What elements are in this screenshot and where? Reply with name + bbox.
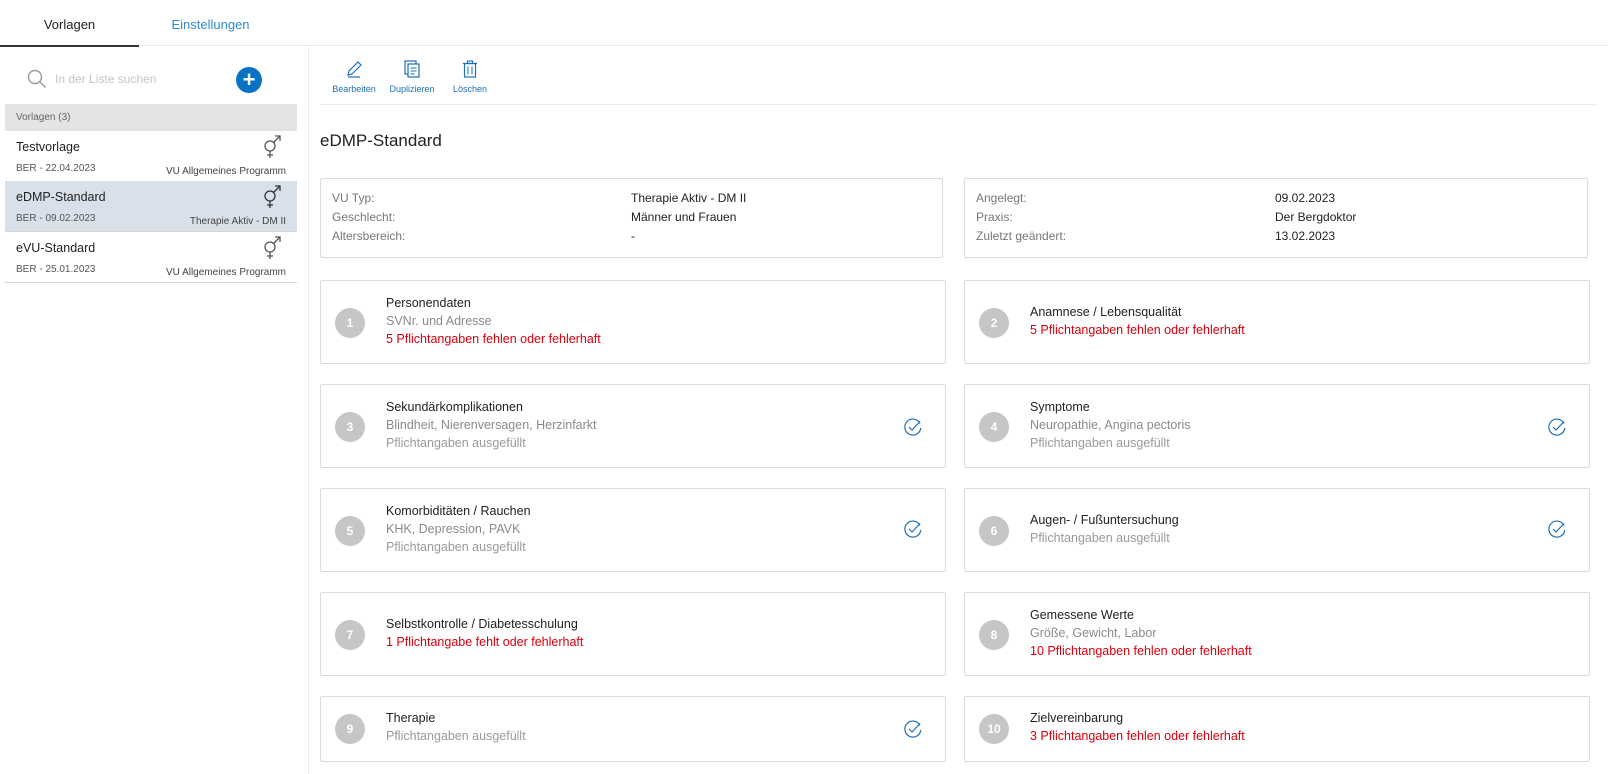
page-title: eDMP-Standard xyxy=(320,131,442,150)
section-card-9[interactable]: 9 Therapie Pflichtangaben ausgefüllt xyxy=(320,696,946,762)
section-title: Zielvereinbarung xyxy=(1030,711,1124,725)
section-subtitle: KHK, Depression, PAVK xyxy=(386,522,521,536)
section-number: 3 xyxy=(335,412,365,442)
delete-button[interactable]: Löschen xyxy=(443,59,497,94)
geaendert-label: Zuletzt geändert: xyxy=(976,229,1067,243)
check-circle-icon xyxy=(904,720,922,738)
section-status: 5 Pflichtangaben fehlen oder fehlerhaft xyxy=(1030,323,1245,337)
list-item-subtitle: BER - 09.02.2023 xyxy=(16,213,96,224)
list-item-edmp-standard[interactable]: eDMP-Standard BER - 09.02.2023 Therapie … xyxy=(5,181,297,232)
tab-einstellungen[interactable]: Einstellungen xyxy=(139,0,282,47)
top-tabs: Vorlagen Einstellungen xyxy=(0,0,1608,47)
section-status: Pflichtangaben ausgefüllt xyxy=(1030,436,1170,450)
check-circle-icon xyxy=(1548,418,1566,436)
main-content: Bearbeiten Duplizieren Löschen eDMP-Stan… xyxy=(310,47,1608,774)
section-card-8[interactable]: 8 Gemessene Werte Größe, Gewicht, Labor … xyxy=(964,592,1590,676)
sidebar: + Vorlagen (3) Testvorlage BER - 22.04.2… xyxy=(0,47,309,774)
check-circle-icon xyxy=(904,520,922,538)
section-status: 5 Pflichtangaben fehlen oder fehlerhaft xyxy=(386,332,601,346)
section-number: 8 xyxy=(979,620,1009,650)
geschlecht-value: Männer und Frauen xyxy=(631,210,737,224)
section-title: Sekundärkomplikationen xyxy=(386,400,523,414)
list-item-subtitle: BER - 25.01.2023 xyxy=(16,264,96,275)
section-card-5[interactable]: 5 Komorbiditäten / Rauchen KHK, Depressi… xyxy=(320,488,946,572)
section-card-10[interactable]: 10 Zielvereinbarung 3 Pflichtangaben feh… xyxy=(964,696,1590,762)
add-template-button[interactable]: + xyxy=(236,67,262,93)
list-item-program: VU Allgemeines Programm xyxy=(165,267,286,278)
section-card-4[interactable]: 4 Symptome Neuropathie, Angina pectoris … xyxy=(964,384,1590,468)
check-circle-icon xyxy=(1548,520,1566,538)
section-number: 6 xyxy=(979,516,1009,546)
info-box-meta: Angelegt: 09.02.2023 Praxis: Der Bergdok… xyxy=(964,178,1588,258)
edit-button[interactable]: Bearbeiten xyxy=(327,59,381,94)
list-item-subtitle: BER - 22.04.2023 xyxy=(16,163,96,174)
section-number: 7 xyxy=(335,620,365,650)
section-status: Pflichtangaben ausgefüllt xyxy=(386,436,526,450)
section-card-1[interactable]: 1 Personendaten SVNr. und Adresse 5 Pfli… xyxy=(320,280,946,364)
section-title: Personendaten xyxy=(386,296,471,310)
section-number: 9 xyxy=(335,714,365,744)
praxis-value: Der Bergdoktor xyxy=(1275,210,1357,224)
search-input[interactable] xyxy=(55,67,215,91)
section-card-3[interactable]: 3 Sekundärkomplikationen Blindheit, Nier… xyxy=(320,384,946,468)
duplicate-icon xyxy=(404,60,420,78)
list-item-title: eVU-Standard xyxy=(16,241,96,255)
tab-vorlagen[interactable]: Vorlagen xyxy=(0,0,139,47)
gender-male-female-icon xyxy=(264,135,281,158)
section-title: Komorbiditäten / Rauchen xyxy=(386,504,531,518)
section-status: 3 Pflichtangaben fehlen oder fehlerhaft xyxy=(1030,729,1245,743)
list-item-evu-standard[interactable]: eVU-Standard BER - 25.01.2023 VU Allgeme… xyxy=(5,232,297,283)
section-card-7[interactable]: 7 Selbstkontrolle / Diabetesschulung 1 P… xyxy=(320,592,946,676)
alter-value: - xyxy=(631,229,635,243)
section-title: Therapie xyxy=(386,711,436,725)
toolbar: Bearbeiten Duplizieren Löschen xyxy=(320,47,1598,105)
praxis-label: Praxis: xyxy=(976,210,1013,224)
section-number: 5 xyxy=(335,516,365,546)
list-item-program: VU Allgemeines Programm xyxy=(165,166,286,177)
section-subtitle: Blindheit, Nierenversagen, Herzinfarkt xyxy=(386,418,597,432)
section-subtitle: Größe, Gewicht, Labor xyxy=(1030,626,1157,640)
geschlecht-label: Geschlecht: xyxy=(332,210,396,224)
section-title: Selbstkontrolle / Diabetesschulung xyxy=(386,617,578,631)
section-title: Augen- / Fußuntersuchung xyxy=(1030,513,1179,527)
list-item-title: eDMP-Standard xyxy=(16,190,106,204)
check-circle-icon xyxy=(904,418,922,436)
search-icon xyxy=(27,69,46,88)
alter-label: Altersbereich: xyxy=(332,229,406,243)
section-status: Pflichtangaben ausgefüllt xyxy=(386,729,526,743)
section-status: Pflichtangaben ausgefüllt xyxy=(386,540,526,554)
section-card-6[interactable]: 6 Augen- / Fußuntersuchung Pflichtangabe… xyxy=(964,488,1590,572)
section-card-2[interactable]: 2 Anamnese / Lebensqualität 5 Pflichtang… xyxy=(964,280,1590,364)
duplicate-button[interactable]: Duplizieren xyxy=(385,59,439,94)
section-number: 1 xyxy=(335,308,365,338)
section-status: 1 Pflichtangabe fehlt oder fehlerhaft xyxy=(386,635,584,649)
delete-label: Löschen xyxy=(452,84,488,94)
section-status: Pflichtangaben ausgefüllt xyxy=(1030,531,1170,545)
angelegt-label: Angelegt: xyxy=(976,191,1027,205)
info-box-template: VU Typ: Therapie Aktiv - DM II Geschlech… xyxy=(320,178,943,258)
pencil-icon xyxy=(347,61,362,78)
section-subtitle: Neuropathie, Angina pectoris xyxy=(1030,418,1191,432)
vu-typ-value: Therapie Aktiv - DM II xyxy=(631,191,747,205)
edit-label: Bearbeiten xyxy=(332,84,376,94)
list-item-testvorlage[interactable]: Testvorlage BER - 22.04.2023 VU Allgemei… xyxy=(5,131,297,182)
trash-icon xyxy=(463,60,477,78)
group-header: Vorlagen (3) xyxy=(5,104,297,131)
section-number: 4 xyxy=(979,412,1009,442)
angelegt-value: 09.02.2023 xyxy=(1275,191,1336,205)
section-number: 10 xyxy=(979,714,1009,744)
section-number: 2 xyxy=(979,308,1009,338)
vu-typ-label: VU Typ: xyxy=(332,191,375,205)
geaendert-value: 13.02.2023 xyxy=(1275,229,1336,243)
duplicate-label: Duplizieren xyxy=(389,84,435,94)
list-item-program: Therapie Aktiv - DM II xyxy=(189,216,286,227)
gender-male-female-icon xyxy=(264,185,281,208)
gender-male-female-icon xyxy=(264,236,281,259)
list-item-title: Testvorlage xyxy=(16,140,80,154)
section-subtitle: SVNr. und Adresse xyxy=(386,314,492,328)
section-title: Gemessene Werte xyxy=(1030,608,1134,622)
section-status: 10 Pflichtangaben fehlen oder fehlerhaft xyxy=(1030,644,1252,658)
section-title: Anamnese / Lebensqualität xyxy=(1030,305,1182,319)
section-title: Symptome xyxy=(1030,400,1090,414)
